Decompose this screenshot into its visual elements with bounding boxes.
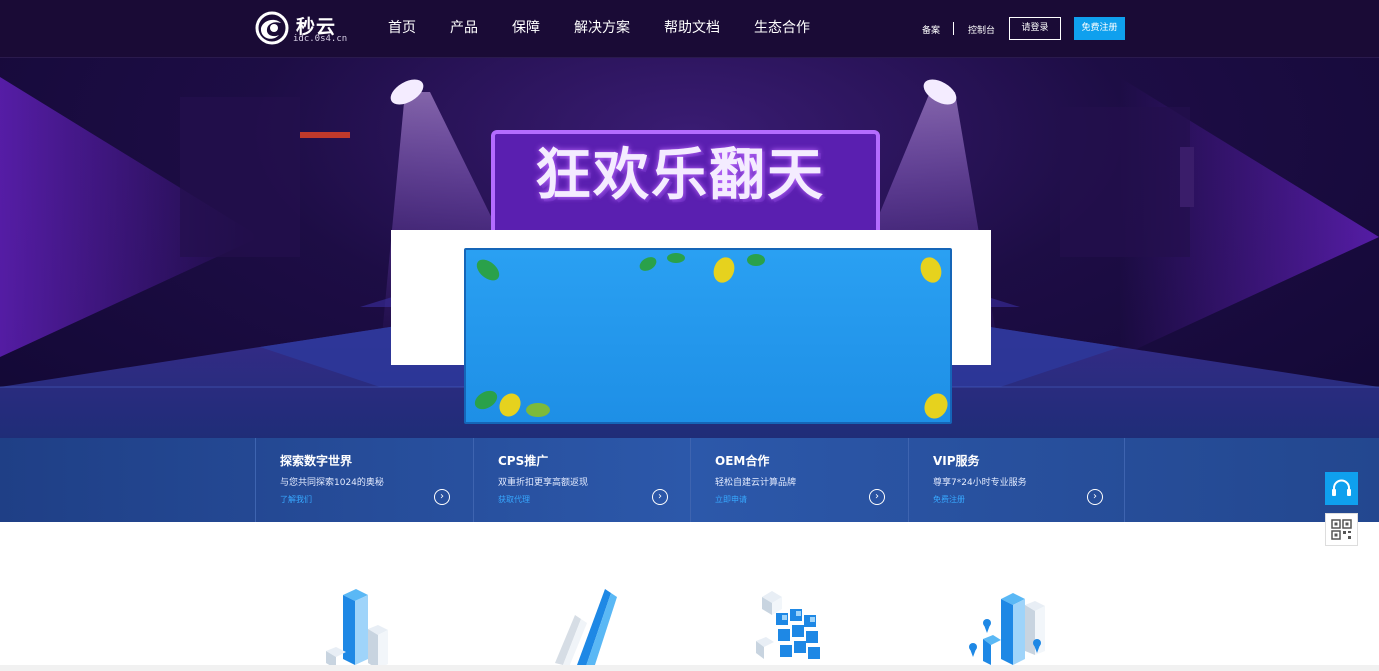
feature-desc: 尊享7*24小时专业服务 xyxy=(933,478,1027,488)
feature-desc: 与您共同探索1024的奥秘 xyxy=(280,478,384,488)
feature-title: VIP服务 xyxy=(933,454,980,468)
qr-code-icon xyxy=(1331,519,1352,540)
feature-title: CPS推广 xyxy=(498,454,549,468)
leaf-decoration-icon xyxy=(474,253,948,419)
feature-card-oem[interactable]: OEM合作 轻松自建云计算品牌 立即申请 › xyxy=(690,438,907,522)
hero-banner[interactable]: 狂欢乐翻天 xyxy=(0,57,1379,438)
feature-strip: 探索数字世界 与您共同探索1024的奥秘 了解我们 › CPS推广 双重折扣更享… xyxy=(0,438,1379,522)
feature-title: 探索数字世界 xyxy=(280,454,353,468)
qr-code-button[interactable] xyxy=(1325,513,1358,546)
feature-link[interactable]: 了解我们 xyxy=(280,494,312,505)
main-nav: 首页 产品 保障 解决方案 帮助文档 生态合作 xyxy=(388,0,844,57)
headset-icon xyxy=(1332,479,1351,496)
brand-logo-icon xyxy=(255,11,289,45)
chevron-right-circle-icon[interactable]: › xyxy=(869,489,885,505)
feature-card-explore[interactable]: 探索数字世界 与您共同探索1024的奥秘 了解我们 › xyxy=(255,438,472,522)
customer-support-button[interactable] xyxy=(1325,472,1358,505)
feature-desc: 双重折扣更享高额返现 xyxy=(498,478,589,488)
feature-link[interactable]: 免费注册 xyxy=(933,494,965,505)
triangle-chart-icon xyxy=(547,589,617,671)
login-button[interactable]: 请登录 xyxy=(1009,17,1061,40)
chevron-right-circle-icon[interactable]: › xyxy=(1087,489,1103,505)
feature-desc: 轻松自建云计算品牌 xyxy=(715,478,797,488)
nav-item-home[interactable]: 首页 xyxy=(388,0,416,57)
console-link[interactable]: 控制台 xyxy=(968,23,995,36)
chevron-right-circle-icon[interactable]: › xyxy=(434,489,450,505)
promo-popup[interactable] xyxy=(464,248,952,424)
feature-link[interactable]: 获取代理 xyxy=(498,494,530,505)
banner-headline: 狂欢乐翻天 xyxy=(535,143,825,208)
city-buildings-icon xyxy=(969,593,1045,665)
strip-divider xyxy=(1124,438,1125,522)
register-button[interactable]: 免费注册 xyxy=(1074,17,1125,40)
nav-item-ecosystem[interactable]: 生态合作 xyxy=(754,0,810,57)
beian-link[interactable]: 备案 xyxy=(922,23,940,36)
feature-title: OEM合作 xyxy=(715,454,770,468)
cube-cluster-icon xyxy=(756,591,820,659)
nav-item-solutions[interactable]: 解决方案 xyxy=(574,0,630,57)
server-blocks-icon xyxy=(326,589,388,669)
nav-item-guarantee[interactable]: 保障 xyxy=(512,0,540,57)
brand-domain: idc.0s4.cn xyxy=(293,34,348,44)
brand-logo[interactable]: 秒云 idc.0s4.cn xyxy=(255,11,365,47)
header-divider xyxy=(953,22,954,35)
feature-link[interactable]: 立即申请 xyxy=(715,494,747,505)
chevron-right-circle-icon[interactable]: › xyxy=(652,489,668,505)
horizontal-scrollbar[interactable] xyxy=(0,665,1379,671)
top-navigation-bar: 秒云 idc.0s4.cn 首页 产品 保障 解决方案 帮助文档 生态合作 备案… xyxy=(0,0,1379,58)
nav-item-docs[interactable]: 帮助文档 xyxy=(664,0,720,57)
feature-card-vip[interactable]: VIP服务 尊享7*24小时专业服务 免费注册 › xyxy=(908,438,1125,522)
feature-card-cps[interactable]: CPS推广 双重折扣更享高额返现 获取代理 › xyxy=(473,438,690,522)
nav-item-products[interactable]: 产品 xyxy=(450,0,478,57)
